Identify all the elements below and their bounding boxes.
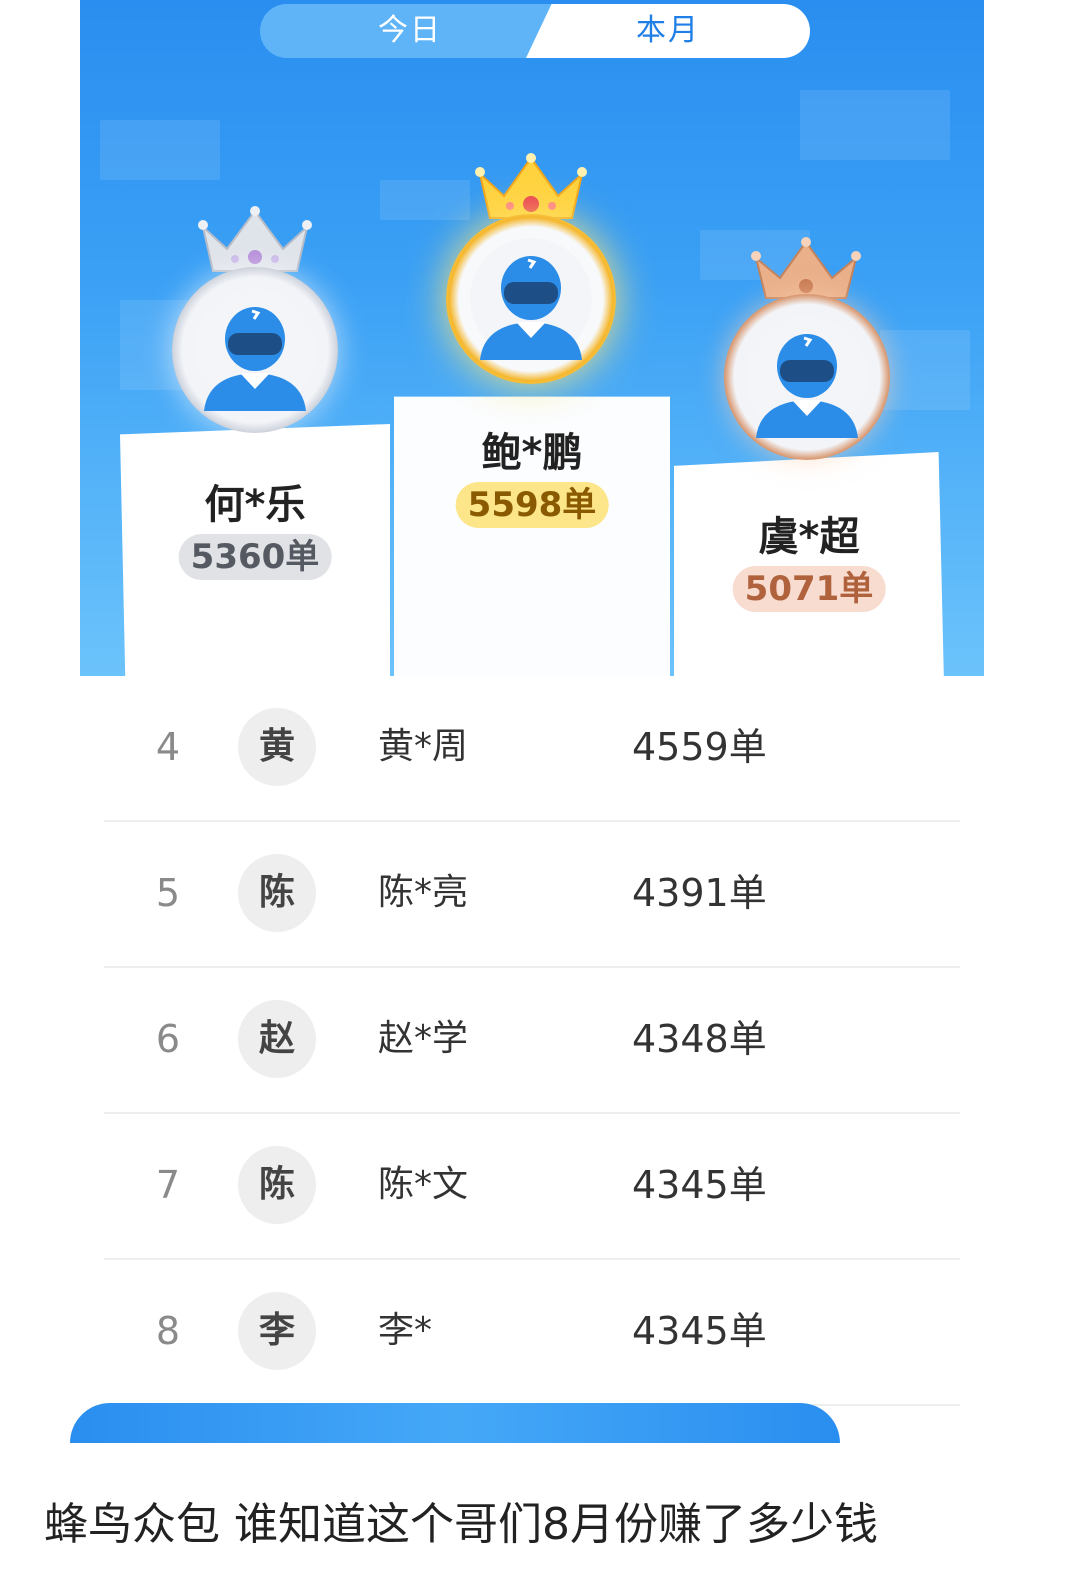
surname-avatar: 赵 xyxy=(238,1000,316,1078)
surname-avatar: 黄 xyxy=(238,708,316,786)
ranking-row[interactable]: 5 陈 陈*亮 4391单 xyxy=(104,820,960,968)
first-place-count: 5598单 xyxy=(455,482,609,528)
rider-icon xyxy=(746,316,868,438)
avatar-ring xyxy=(172,267,338,433)
post-caption: 蜂鸟众包 谁知道这个哥们8月份赚了多少钱 xyxy=(44,1499,878,1550)
rank-number: 7 xyxy=(155,1163,181,1207)
surname-avatar: 李 xyxy=(238,1292,316,1370)
podium-first[interactable]: 鲍*鹏 5598单 xyxy=(394,396,670,676)
background-decor xyxy=(880,330,970,410)
rider-name: 陈*亮 xyxy=(378,872,469,913)
rank-number: 6 xyxy=(155,1017,181,1061)
rider-icon xyxy=(470,238,592,360)
surname-avatar: 陈 xyxy=(238,1146,316,1224)
tab-today[interactable]: 今日 xyxy=(260,4,560,58)
avatar-ring xyxy=(724,294,890,460)
rider-name: 李* xyxy=(378,1310,433,1351)
rider-name: 黄*周 xyxy=(378,726,469,767)
ranking-row[interactable]: 8 李 李* 4345单 xyxy=(104,1258,960,1406)
order-count: 4348单 xyxy=(632,1017,767,1061)
surname-avatar: 陈 xyxy=(238,854,316,932)
background-decor xyxy=(800,90,950,160)
second-place-name: 何*乐 xyxy=(204,482,306,528)
bronze-crown-icon xyxy=(751,237,861,299)
order-count: 4559单 xyxy=(632,725,767,769)
order-count: 4345单 xyxy=(632,1309,767,1353)
rider-name: 赵*学 xyxy=(378,1018,469,1059)
podium-third[interactable]: 虞*超 5071单 xyxy=(674,452,944,676)
third-place-count: 5071单 xyxy=(732,566,886,612)
third-place-avatar[interactable] xyxy=(724,236,890,466)
order-count: 4345单 xyxy=(632,1163,767,1207)
silver-crown-icon xyxy=(198,206,312,272)
podium-hero: 今日 本月 何*乐 5360单 鲍*鹏 5598单 虞*超 5071单 xyxy=(80,0,984,676)
ranking-row[interactable]: 7 陈 陈*文 4345单 xyxy=(104,1112,960,1260)
period-tabs: 今日 本月 xyxy=(260,4,810,58)
my-rank-bar[interactable] xyxy=(70,1403,840,1443)
rank-number: 5 xyxy=(155,871,181,915)
tab-month[interactable]: 本月 xyxy=(526,4,810,58)
ranking-row[interactable]: 4 黄 黄*周 4559单 xyxy=(104,674,960,822)
leaderboard-screen: 今日 本月 何*乐 5360单 鲍*鹏 5598单 虞*超 5071单 4 黄 … xyxy=(80,0,984,1420)
rider-icon xyxy=(194,289,316,411)
rider-name: 陈*文 xyxy=(378,1164,469,1205)
rank-number: 8 xyxy=(155,1309,181,1353)
background-decor xyxy=(100,120,220,180)
first-place-avatar[interactable] xyxy=(446,152,616,392)
second-place-count: 5360单 xyxy=(178,534,332,580)
gold-crown-icon xyxy=(475,153,587,219)
ranking-row[interactable]: 6 赵 赵*学 4348单 xyxy=(104,966,960,1114)
avatar-ring xyxy=(446,214,616,384)
order-count: 4391单 xyxy=(632,871,767,915)
podium-second[interactable]: 何*乐 5360单 xyxy=(120,424,390,676)
third-place-name: 虞*超 xyxy=(758,514,860,560)
first-place-name: 鲍*鹏 xyxy=(481,430,583,476)
rank-number: 4 xyxy=(155,725,181,769)
second-place-avatar[interactable] xyxy=(172,205,338,435)
